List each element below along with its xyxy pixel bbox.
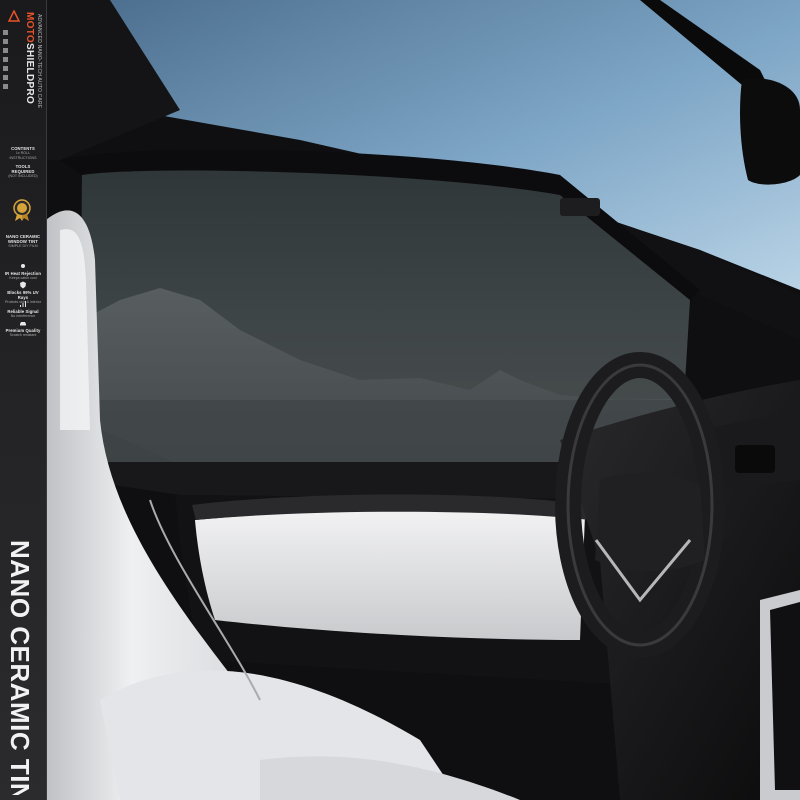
sun-icon [21, 264, 25, 268]
feature-item: IR Heat Rejection Keeps cabin cool [4, 271, 42, 281]
brand-tagline-wrap: ADVANCED NANO-TECH AUTO CARE [36, 14, 44, 144]
brand-name-part1: MOTO [24, 12, 35, 44]
large-product-label-text: NANO CERAMIC TINT [5, 540, 35, 795]
car-interior-photo [0, 0, 800, 800]
brand-name-part2: SHIELD [24, 43, 35, 82]
brand-name: MOTOSHIELDPRO [24, 12, 36, 142]
quality-badge-icon [13, 199, 31, 221]
large-product-label: NANO CERAMIC TINT [4, 540, 42, 795]
signal-icon [20, 301, 26, 307]
feature-text: Scratch resistant [9, 333, 37, 337]
product-heading-block: NANO CERAMIC WINDOW TINT SIMPLE DIY FILM [4, 234, 42, 249]
tools-block: TOOLS REQUIRED (NOT INCLUDED) [4, 164, 42, 179]
car-icon [20, 322, 26, 326]
feature-item: Premium Quality Scratch resistant [4, 328, 42, 338]
product-subtext: SIMPLE DIY FILM [8, 244, 38, 248]
tint-swatches [3, 30, 9, 93]
shield-icon [20, 281, 26, 289]
feature-item: Reliable Signal No interference [4, 309, 42, 319]
feature-text: Keeps cabin cool [9, 276, 37, 280]
brand-logo-icon [8, 10, 20, 22]
contents-text: 1x ROLL INSTRUCTIONS [9, 151, 37, 160]
contents-block: CONTENTS 1x ROLL INSTRUCTIONS [4, 146, 42, 160]
tools-heading: TOOLS REQUIRED [11, 164, 35, 174]
tools-text: (NOT INCLUDED) [8, 174, 38, 178]
brand-name-part3: PRO [24, 81, 35, 105]
feature-title: Blocks 99% UV Rays [7, 290, 39, 300]
brand-tagline: ADVANCED NANO-TECH AUTO CARE [36, 14, 42, 109]
feature-text: No interference [10, 314, 36, 318]
product-image: MOTOSHIELDPRO ADVANCED NANO-TECH AUTO CA… [0, 0, 800, 800]
product-side-panel: MOTOSHIELDPRO ADVANCED NANO-TECH AUTO CA… [0, 0, 47, 800]
